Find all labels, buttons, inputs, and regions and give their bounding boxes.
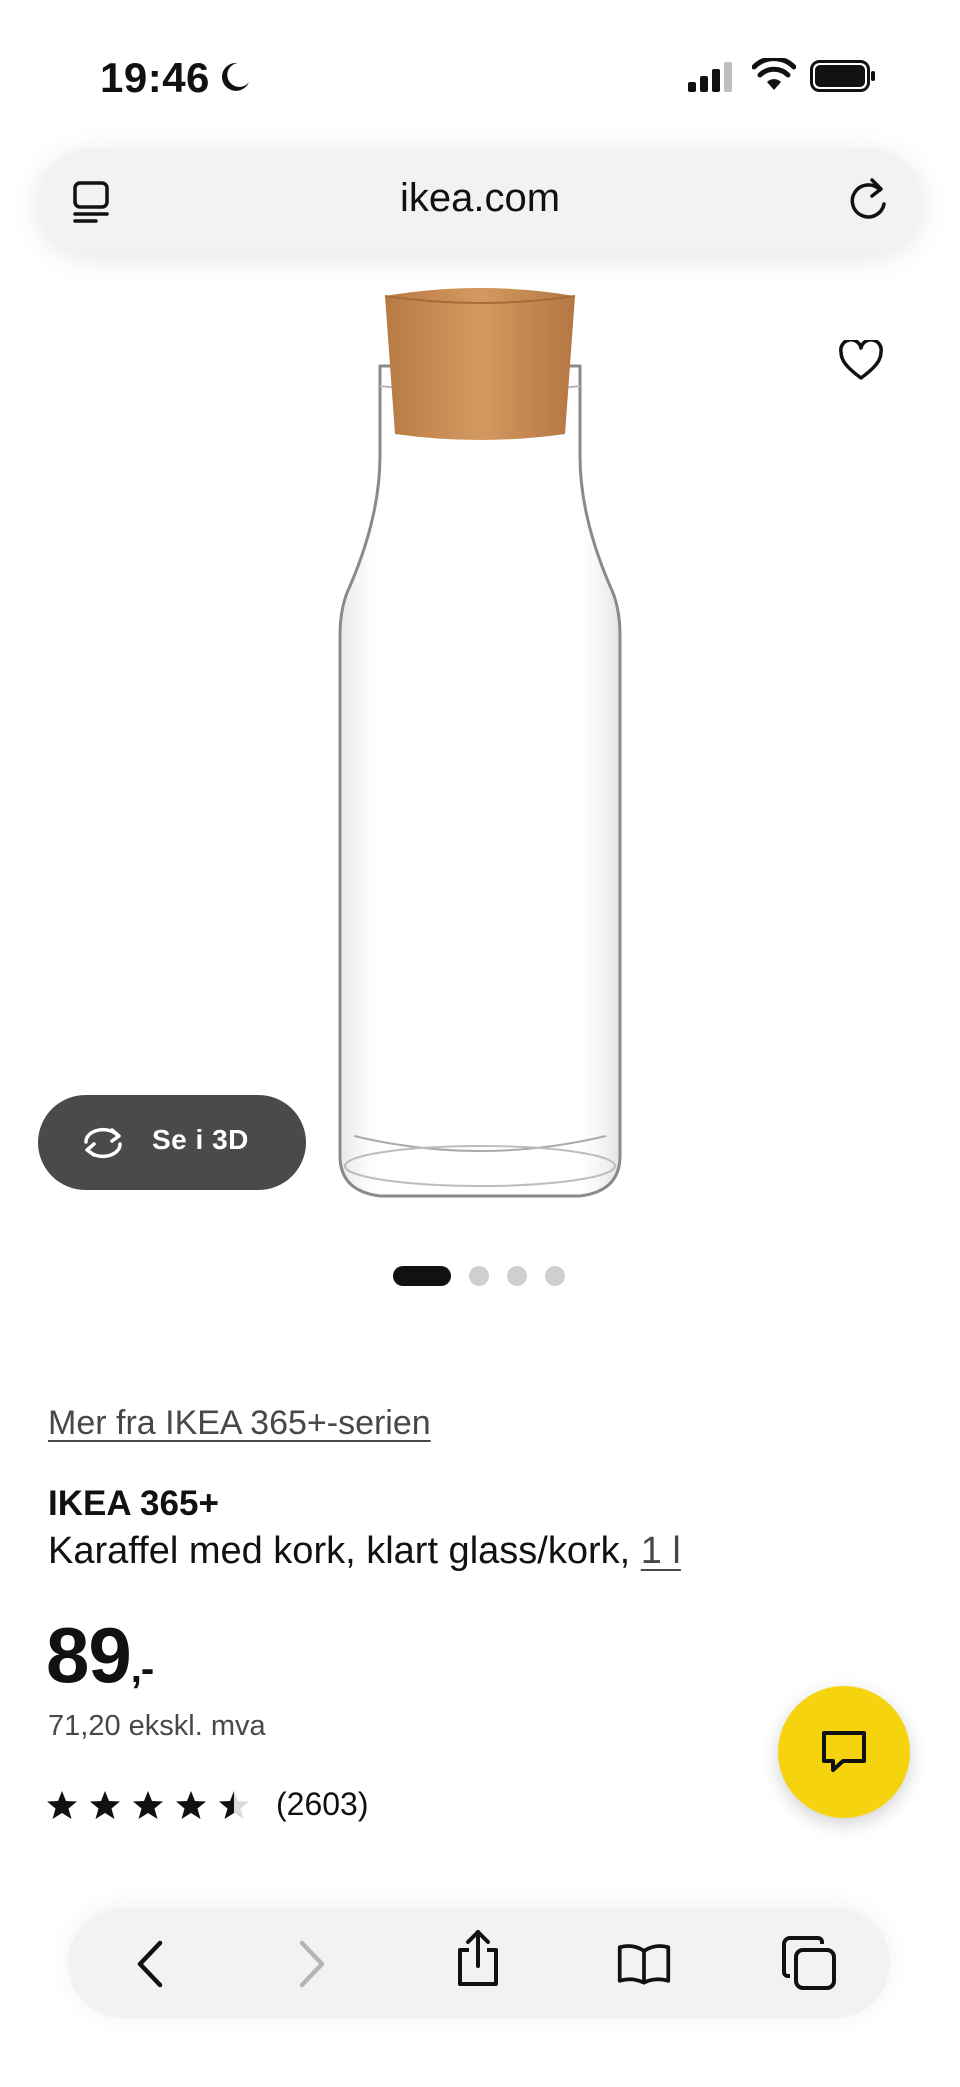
tabs-icon [782,1936,836,1990]
bottom-toolbar [68,1908,890,2018]
url-text[interactable]: ikea.com [38,176,922,221]
cellular-signal-icon [688,62,732,92]
forward-button[interactable] [284,1936,340,1992]
price-excl-vat: 71,20 ekskl. mva [48,1710,266,1742]
tabs-button[interactable] [782,1936,838,1992]
rating[interactable]: (2603) [46,1786,369,1823]
back-button[interactable] [122,1936,178,1992]
bookmarks-button[interactable] [616,1936,672,1992]
carousel-dot[interactable] [469,1266,489,1286]
rotate-3d-icon [84,1127,122,1159]
product-image-carafe[interactable] [320,286,640,1206]
product-name: IKEA 365+ [48,1484,219,1523]
status-bar: 19:46 [0,0,960,150]
moon-icon [221,62,249,91]
price-suffix: ,- [130,1647,154,1691]
chat-button[interactable] [778,1686,910,1818]
star-full-icon [176,1790,206,1819]
review-count[interactable]: (2603) [276,1786,369,1823]
carousel-dot[interactable] [545,1266,565,1286]
chat-bubble-icon [822,1731,866,1772]
star-half-icon [219,1790,249,1819]
wifi-icon [752,58,796,90]
carousel-dots[interactable] [393,1266,583,1286]
star-full-icon [47,1790,77,1819]
size-link[interactable]: 1 l [641,1530,681,1572]
reload-icon[interactable] [844,174,892,224]
carousel-dot-active[interactable] [393,1266,451,1286]
product-description-text: Karaffel med kork, klart glass/kork, [48,1530,641,1572]
back-icon [137,1940,163,1988]
forward-icon [299,1940,325,1988]
view-3d-button[interactable]: Se i 3D [38,1095,306,1190]
series-link[interactable]: Mer fra IKEA 365+-serien [48,1404,431,1443]
view-3d-label: Se i 3D [152,1124,249,1155]
share-button[interactable] [450,1930,506,1986]
address-bar[interactable]: ikea.com [38,148,922,252]
battery-icon [810,60,875,92]
product-description: Karaffel med kork, klart glass/kork, 1 l [48,1530,681,1573]
star-full-icon [90,1790,120,1819]
price-main: 89 [46,1611,132,1699]
bookmarks-icon [617,1944,671,1985]
share-icon [458,1930,498,1986]
carousel-dot[interactable] [507,1266,527,1286]
price: 89,- [46,1610,154,1701]
status-time: 19:46 [100,54,210,101]
favorite-heart-icon[interactable] [838,340,884,382]
star-full-icon [133,1790,163,1819]
